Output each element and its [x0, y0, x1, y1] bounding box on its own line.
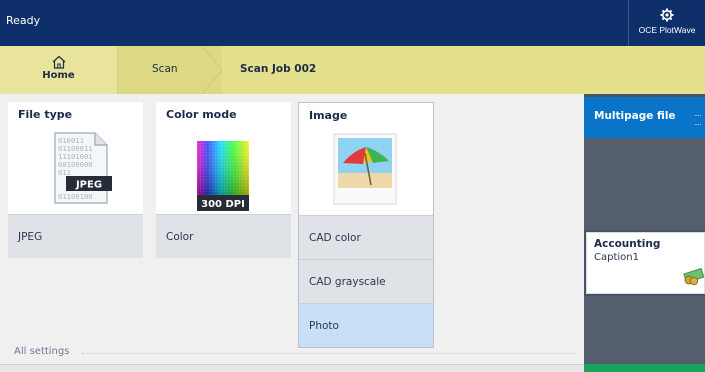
all-settings-link[interactable]: All settings — [14, 346, 69, 357]
start-strip[interactable] — [584, 364, 705, 372]
panel-space — [584, 138, 705, 230]
multipage-file-label: Multipage file — [594, 110, 676, 122]
accounting-card[interactable]: Accounting Caption1 — [586, 232, 705, 294]
right-panel: Multipage file Accounting Caption1 — [584, 94, 705, 372]
image-option-cad-color[interactable]: CAD color — [299, 215, 433, 259]
divider — [82, 353, 576, 354]
drag-handle-icon — [695, 115, 701, 125]
accounting-title: Accounting — [594, 238, 661, 250]
breadcrumb: Home Scan Scan Job 002 — [0, 46, 705, 94]
color-grid-icon: 300 DPI — [197, 141, 249, 211]
file-bits-line: 011 — [58, 168, 71, 177]
file-type-title: File type — [18, 108, 73, 121]
color-mode-value[interactable]: Color — [156, 214, 291, 258]
breadcrumb-scan-label: Scan — [152, 63, 178, 75]
status-text: Ready — [6, 14, 41, 27]
file-bits-line: 01100100 — [58, 192, 93, 201]
file-type-value[interactable]: JPEG — [8, 214, 143, 258]
home-icon — [52, 55, 65, 69]
image-option-photo[interactable]: Photo — [299, 303, 433, 347]
breadcrumb-current-job: Scan Job 002 — [240, 63, 317, 75]
breadcrumb-home[interactable]: Home — [0, 46, 118, 94]
color-mode-header[interactable]: Color mode 300 DPI — [156, 102, 291, 214]
image-title: Image — [309, 109, 348, 122]
accounting-caption: Caption1 — [594, 252, 639, 263]
multipage-file-button[interactable]: Multipage file — [584, 97, 705, 138]
panel-space — [584, 296, 705, 364]
bottom-strip — [0, 364, 584, 372]
gear-icon — [660, 8, 674, 22]
device-name: OCE PlotWave — [638, 25, 696, 35]
beach-photo-icon — [333, 133, 397, 205]
file-type-header[interactable]: File type 010011 01100011 11101001 00100… — [8, 102, 143, 214]
settings-area: File type 010011 01100011 11101001 00100… — [0, 94, 584, 372]
money-icon — [683, 267, 704, 285]
image-tile[interactable]: Image CAD color CAD grayscale Photo — [298, 102, 434, 348]
image-header[interactable]: Image — [299, 103, 433, 215]
status-bar: Ready OCE PlotWave — [0, 0, 705, 46]
color-mode-tile[interactable]: Color mode 300 DPI Color — [156, 102, 291, 258]
image-option-cad-grayscale[interactable]: CAD grayscale — [299, 259, 433, 303]
file-type-tile[interactable]: File type 010011 01100011 11101001 00100… — [8, 102, 143, 258]
breadcrumb-home-label: Home — [42, 70, 75, 81]
color-mode-title: Color mode — [166, 108, 237, 121]
device-button[interactable]: OCE PlotWave — [628, 0, 705, 46]
jpeg-file-icon: 010011 01100011 11101001 00100000 011 01… — [54, 132, 112, 204]
jpeg-badge: JPEG — [75, 180, 102, 191]
breadcrumb-separator — [202, 46, 223, 94]
dpi-badge: 300 DPI — [201, 199, 245, 210]
